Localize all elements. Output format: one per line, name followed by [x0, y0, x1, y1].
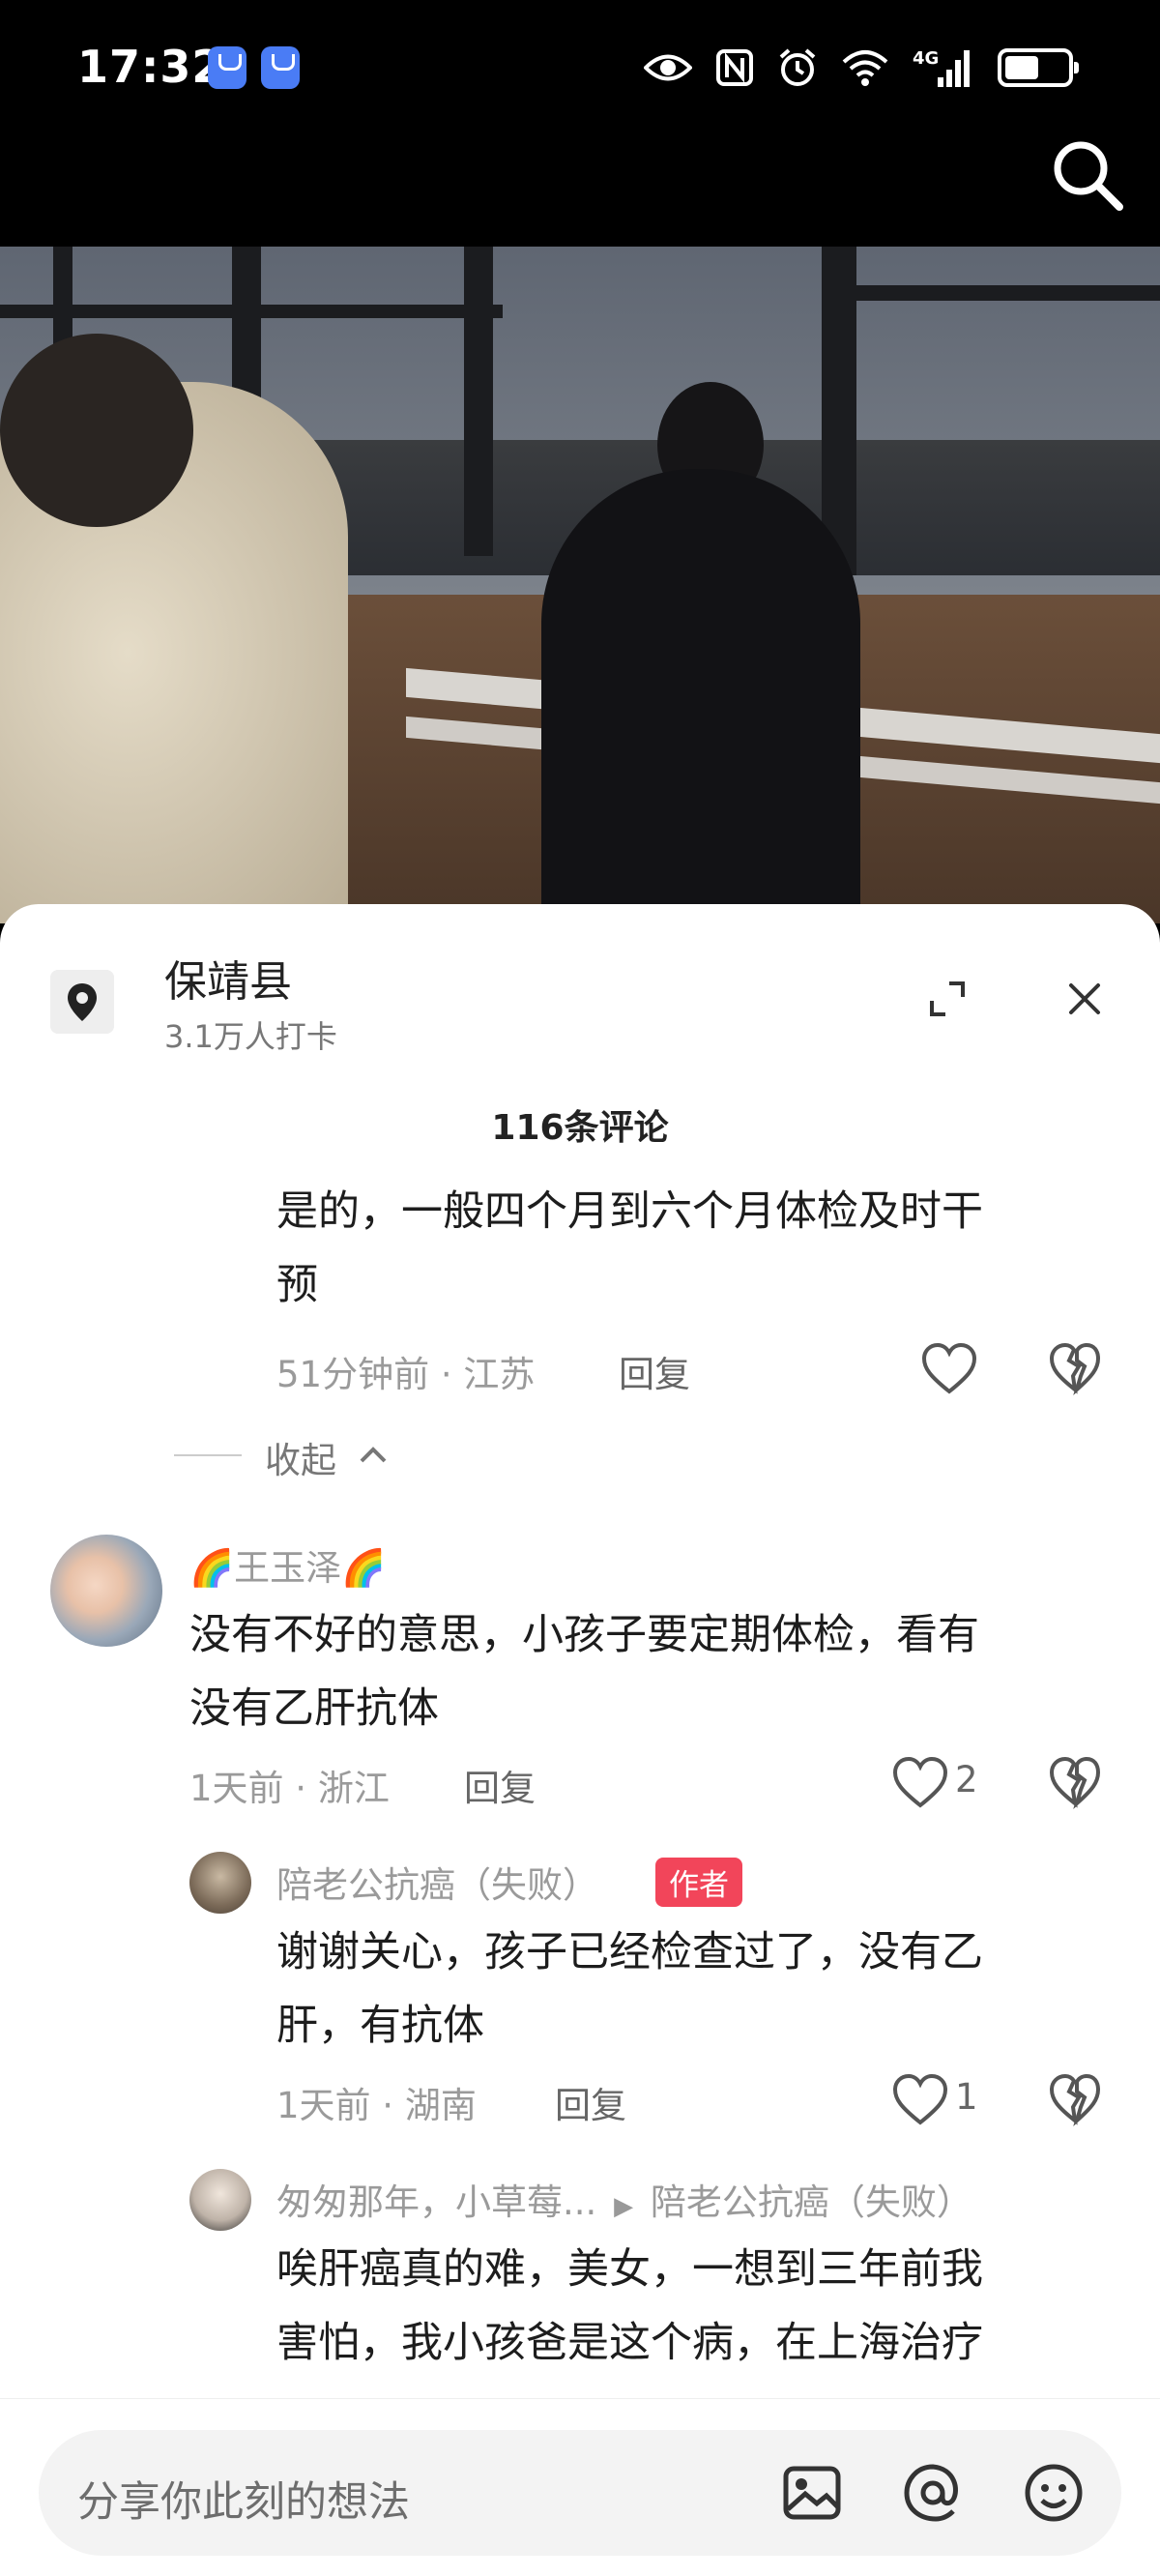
emoji-icon[interactable] — [1020, 2459, 1088, 2527]
location-name[interactable]: 保靖县 — [164, 947, 292, 1009]
avatar[interactable] — [189, 2169, 251, 2231]
comment-text-line: 肝，有抗体 — [276, 2002, 484, 2050]
status-icons: 4G — [644, 46, 1079, 89]
comment-text-line: 是的，一般四个月到六个月体检及时干 — [276, 1187, 983, 1236]
eye-icon — [644, 54, 692, 81]
heart-icon[interactable] — [891, 1755, 949, 1809]
like-count: 2 — [955, 1759, 978, 1800]
comment-text-line: 没有乙肝抗体 — [189, 1684, 439, 1733]
comment-text-line: 谢谢关心，孩子已经检查过了，没有乙 — [276, 1928, 983, 1976]
reply-username-text[interactable]: 匆匆那年，小草莓... — [276, 2181, 596, 2223]
dislike-icon[interactable] — [1048, 1755, 1102, 1809]
heart-icon[interactable] — [920, 1341, 978, 1395]
person-man — [541, 469, 860, 923]
comment-meta: 51分钟前 · 江苏 — [276, 1354, 536, 1395]
comment-input[interactable]: 分享你此刻的想法 — [39, 2430, 1121, 2556]
nfc-icon — [716, 49, 753, 86]
author-badge: 作者 — [655, 1858, 742, 1907]
avatar[interactable] — [189, 1852, 251, 1914]
comment-input-bar: 分享你此刻的想法 — [0, 2398, 1160, 2576]
reply-username[interactable]: 匆匆那年，小草莓... ▶ 陪老公抗癌（失败） — [276, 2173, 972, 2225]
app-market-icon — [261, 46, 300, 89]
comment-text-line: 害怕，我小孩爸是这个病，在上海治疗 — [276, 2319, 983, 2367]
reply-button[interactable]: 回复 — [619, 1345, 690, 1397]
comment-time: 1天前 — [189, 1768, 284, 1809]
battery-icon — [998, 48, 1079, 87]
window-frame — [464, 247, 493, 556]
window-frame — [822, 285, 1160, 301]
reply-to-username[interactable]: 陪老公抗癌（失败） — [651, 2181, 972, 2223]
comment-meta: 1天前 · 湖南 — [276, 2085, 477, 2126]
expand-icon[interactable] — [926, 978, 969, 1020]
svg-text:4G: 4G — [913, 48, 939, 69]
window-frame — [0, 305, 503, 318]
chevron-up-icon[interactable] — [354, 1436, 392, 1475]
wifi-icon — [842, 50, 888, 86]
comment-time: 1天前 — [276, 2085, 371, 2126]
dislike-icon[interactable] — [1048, 1341, 1102, 1395]
comment-username[interactable]: 🌈王玉泽🌈 — [189, 1538, 386, 1591]
comment-location: 浙江 — [317, 1768, 390, 1809]
status-bar: 17:32 4G — [0, 0, 1160, 145]
comment-text-line: 没有不好的意思，小孩子要定期体检，看有 — [189, 1611, 979, 1659]
image-icon[interactable] — [778, 2459, 846, 2527]
reply-button[interactable]: 回复 — [464, 1759, 536, 1811]
collapse-button[interactable]: 收起 — [265, 1431, 336, 1483]
comment-time: 51分钟前 — [276, 1354, 430, 1395]
comment-location: 江苏 — [463, 1354, 536, 1395]
like-count: 1 — [955, 2076, 978, 2118]
dislike-icon[interactable] — [1048, 2072, 1102, 2126]
comment-text-line: 唉肝癌真的难，美女，一想到三年前我 — [276, 2245, 983, 2294]
comment-meta: 1天前 · 浙江 — [189, 1768, 390, 1809]
play-arrow-icon: ▶ — [614, 2192, 634, 2221]
comments-sheet: 保靖县 3.1万人打卡 116条评论 是的，一般四个月到六个月体检及时干 预 5… — [0, 904, 1160, 2576]
location-pin-icon — [50, 970, 114, 1034]
person-left-hair — [0, 334, 193, 527]
alarm-icon — [779, 48, 816, 86]
close-icon[interactable] — [1063, 978, 1106, 1020]
comment-input-placeholder: 分享你此刻的想法 — [77, 2478, 410, 2527]
comment-location: 湖南 — [404, 2085, 477, 2126]
comment-text-line: 预 — [276, 1261, 318, 1309]
video-player[interactable] — [0, 247, 1160, 923]
at-icon[interactable] — [899, 2459, 967, 2527]
4g-signal-icon: 4G — [913, 48, 970, 87]
avatar[interactable] — [50, 1535, 162, 1647]
heart-icon[interactable] — [891, 2072, 949, 2126]
comment-count: 116条评论 — [491, 1108, 669, 1148]
status-time: 17:32 — [77, 41, 224, 93]
collapse-divider — [174, 1454, 242, 1456]
reply-button[interactable]: 回复 — [555, 2076, 626, 2128]
app-market-icon — [208, 46, 246, 89]
location-checkins: 3.1万人打卡 — [164, 1018, 337, 1055]
reply-username[interactable]: 陪老公抗癌（失败） — [276, 1856, 598, 1908]
search-icon[interactable] — [1048, 135, 1125, 213]
